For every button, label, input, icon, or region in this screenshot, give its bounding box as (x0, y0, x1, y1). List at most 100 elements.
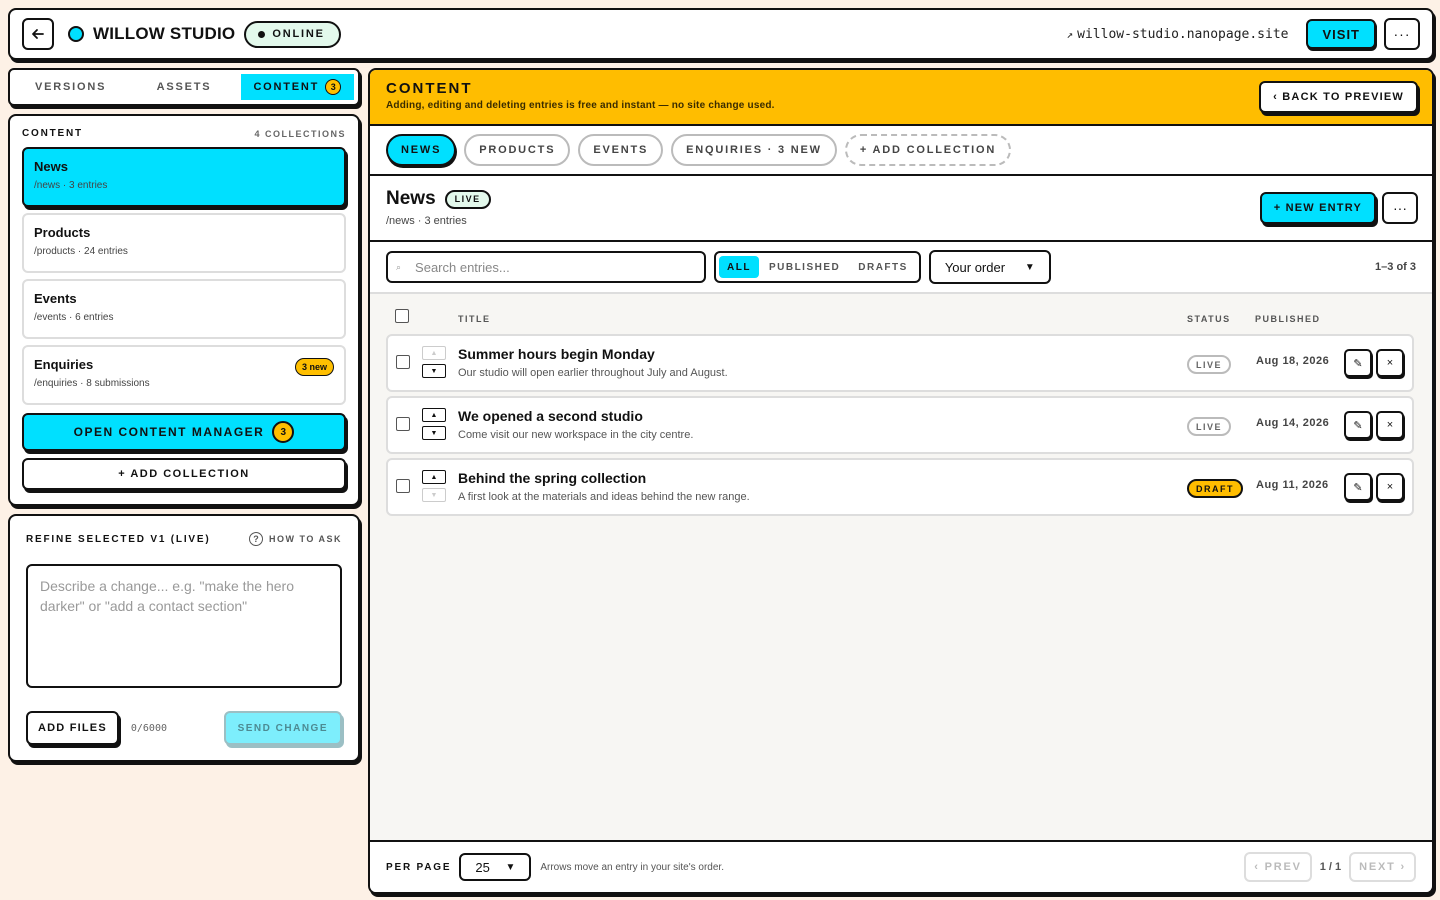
collection-name: Events (34, 291, 77, 306)
tab-assets[interactable]: ASSETS (127, 74, 240, 100)
published-date: Aug 14, 2026 (1256, 417, 1330, 429)
char-count: 0/6000 (130, 722, 167, 734)
move-up-icon[interactable]: ▲ (422, 470, 446, 484)
tab-news[interactable]: NEWS (386, 134, 457, 166)
visit-button[interactable]: VISIT (1306, 19, 1376, 49)
collection-name: Products (34, 225, 91, 240)
status-badge: LIVE (1187, 417, 1232, 436)
filter-bar: ⌕ ALL PUBLISHED DRAFTS Your order ▼ 1–3 … (370, 242, 1432, 294)
collection-item-news[interactable]: News /news · 3 entries (22, 147, 346, 207)
entry-title[interactable]: Behind the spring collection (458, 470, 646, 486)
how-to-ask-link[interactable]: ? HOW TO ASK (249, 532, 342, 546)
collections-title: CONTENT (22, 128, 83, 139)
search-icon: ⌕ (396, 261, 402, 272)
move-down-icon[interactable]: ▼ (422, 426, 446, 440)
edit-button[interactable]: ✎ (1344, 349, 1372, 377)
back-to-preview-button[interactable]: ‹ BACK TO PREVIEW (1259, 81, 1418, 113)
refine-title: REFINE SELECTED V1 (LIVE) (26, 533, 211, 545)
row-checkbox[interactable] (396, 355, 410, 369)
status-badge: DRAFT (1187, 479, 1243, 498)
tab-events[interactable]: EVENTS (578, 134, 664, 166)
collection-item-events[interactable]: Events /events · 6 entries (22, 279, 346, 339)
status-filter: ALL PUBLISHED DRAFTS (714, 251, 921, 283)
entry-title[interactable]: Summer hours begin Monday (458, 346, 655, 362)
collection-item-enquiries[interactable]: Enquiries /enquiries · 8 submissions 3 n… (22, 345, 346, 405)
send-change-button[interactable]: SEND CHANGE (223, 711, 342, 745)
entry-excerpt: Come visit our new workspace in the city… (458, 429, 694, 441)
new-entry-button[interactable]: + NEW ENTRY (1259, 192, 1376, 224)
entry-excerpt: Our studio will open earlier throughout … (458, 367, 728, 379)
how-to-ask-label: HOW TO ASK (269, 534, 342, 544)
arrow-left-icon (32, 29, 44, 39)
tab-content-count-badge: 3 (325, 79, 342, 95)
online-status-label: ONLINE (272, 28, 325, 40)
next-page-button[interactable]: NEXT › (1349, 852, 1416, 882)
collection-meta: /news · 3 entries (34, 180, 108, 191)
status-dot-icon (258, 30, 266, 38)
filter-drafts[interactable]: DRAFTS (850, 256, 916, 278)
site-logo-dot (68, 26, 84, 42)
sort-order-select[interactable]: Your order ▼ (928, 250, 1051, 284)
add-collection-tab[interactable]: + ADD COLLECTION (844, 134, 1012, 166)
collection-header: News LIVE /news · 3 entries + NEW ENTRY … (370, 176, 1432, 242)
refine-panel: REFINE SELECTED V1 (LIVE) ? HOW TO ASK A… (8, 514, 360, 762)
tab-content-label: CONTENT (253, 81, 320, 93)
edit-button[interactable]: ✎ (1344, 473, 1372, 501)
per-page-label: PER PAGE (386, 861, 452, 873)
prev-page-button[interactable]: ‹ PREV (1244, 852, 1312, 882)
published-date: Aug 18, 2026 (1256, 355, 1330, 367)
table-header: TITLE STATUS PUBLISHED (370, 294, 1432, 334)
delete-button[interactable]: × (1376, 349, 1404, 377)
open-content-manager-button[interactable]: OPEN CONTENT MANAGER 3 (22, 413, 346, 451)
close-icon: × (1386, 481, 1394, 493)
change-request-input[interactable] (26, 564, 342, 688)
open-content-manager-label: OPEN CONTENT MANAGER (73, 425, 265, 439)
close-icon: × (1386, 357, 1394, 369)
move-down-icon[interactable]: ▼ (422, 364, 446, 378)
tab-versions[interactable]: VERSIONS (14, 74, 127, 100)
add-files-button[interactable]: ADD FILES (26, 711, 119, 745)
tab-content[interactable]: CONTENT 3 (240, 74, 354, 100)
filter-published[interactable]: PUBLISHED (761, 256, 848, 278)
move-up-icon[interactable]: ▲ (422, 408, 446, 422)
table-row[interactable]: ▲ ▼ Behind the spring collection A first… (386, 458, 1414, 516)
search-input[interactable] (415, 259, 676, 275)
pencil-icon: ✎ (1353, 419, 1363, 432)
row-checkbox[interactable] (396, 479, 410, 493)
edit-button[interactable]: ✎ (1344, 411, 1372, 439)
collection-meta: /products · 24 entries (34, 246, 128, 257)
tab-enquiries[interactable]: ENQUIRIES · 3 NEW (671, 134, 837, 166)
tab-products[interactable]: PRODUCTS (464, 134, 571, 166)
per-page-value: 25 (475, 859, 490, 875)
pagination-bar: PER PAGE 25 ▼ Arrows move an entry in yo… (370, 840, 1432, 892)
more-options-button[interactable]: ··· (1384, 18, 1420, 50)
table-row[interactable]: ▲ ▼ Summer hours begin Monday Our studio… (386, 334, 1414, 392)
per-page-select[interactable]: 25 ▼ (459, 853, 532, 881)
results-range: 1–3 of 3 (1375, 261, 1416, 273)
collection-more-button[interactable]: ··· (1382, 192, 1418, 224)
add-collection-button[interactable]: + ADD COLLECTION (22, 458, 346, 490)
entry-title[interactable]: We opened a second studio (458, 408, 643, 424)
pencil-icon: ✎ (1353, 481, 1363, 494)
back-button[interactable] (22, 18, 54, 50)
content-banner: CONTENT Adding, editing and deleting ent… (370, 70, 1432, 126)
column-title: TITLE (458, 314, 491, 324)
help-icon: ? (249, 532, 263, 546)
published-date: Aug 11, 2026 (1256, 479, 1329, 491)
table-row[interactable]: ▲ ▼ We opened a second studio Come visit… (386, 396, 1414, 454)
delete-button[interactable]: × (1376, 473, 1404, 501)
row-checkbox[interactable] (396, 417, 410, 431)
select-all-checkbox[interactable] (395, 309, 409, 323)
collection-name: Enquiries (34, 357, 94, 372)
move-up-icon: ▲ (422, 346, 446, 360)
collection-meta: /events · 6 entries (34, 312, 114, 323)
more-dots-icon: ··· (1393, 26, 1411, 42)
collection-item-products[interactable]: Products /products · 24 entries (22, 213, 346, 273)
pencil-icon: ✎ (1353, 357, 1363, 370)
site-url-link[interactable]: ↗ willow-studio.nanopage.site (1067, 27, 1289, 42)
chevron-down-icon: ▼ (505, 861, 516, 873)
delete-button[interactable]: × (1376, 411, 1404, 439)
content-manager-panel: CONTENT Adding, editing and deleting ent… (368, 68, 1434, 894)
filter-all[interactable]: ALL (719, 256, 759, 278)
column-status: STATUS (1187, 314, 1231, 324)
